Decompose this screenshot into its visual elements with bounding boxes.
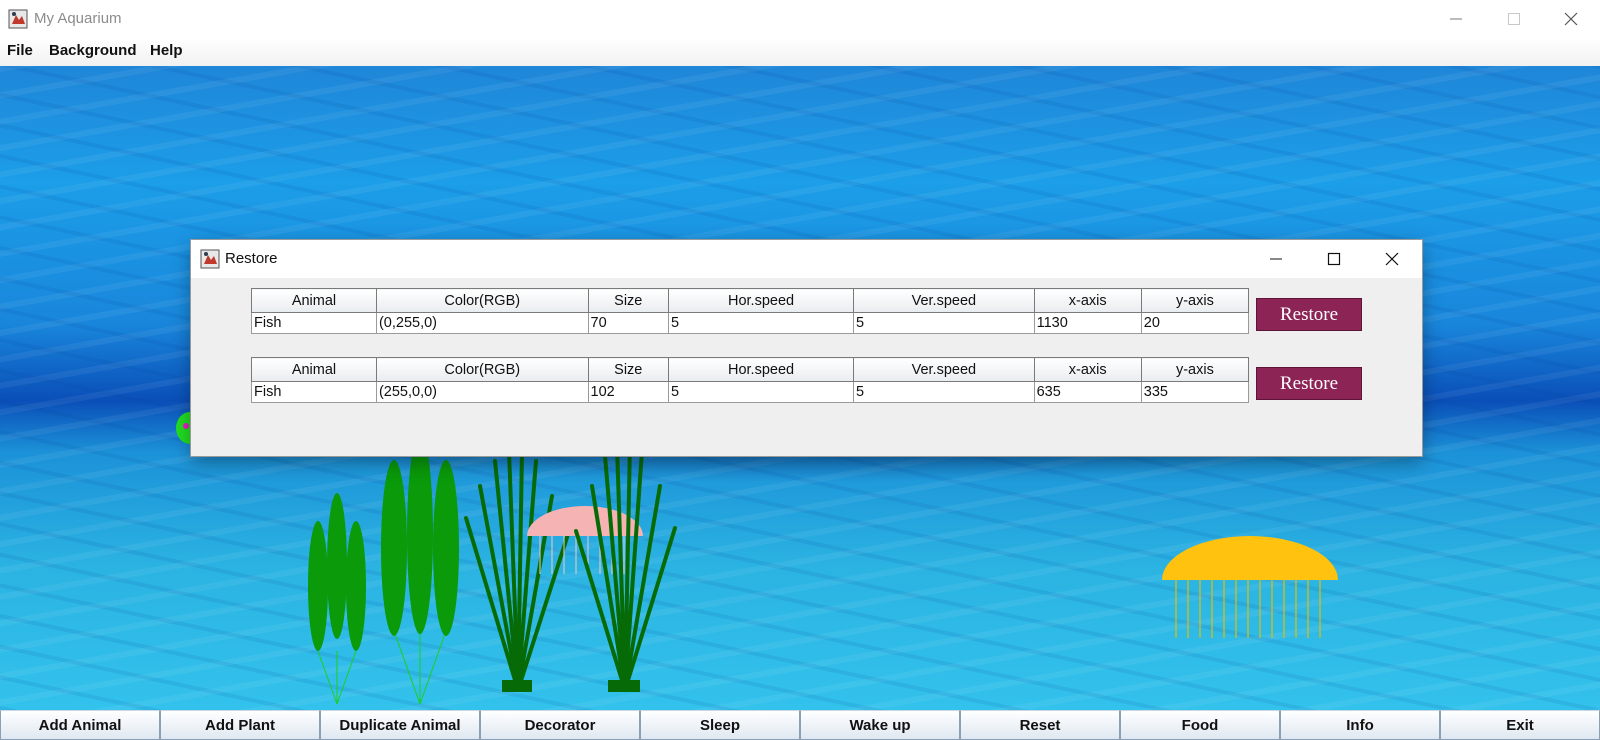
info-button[interactable]: Info (1280, 710, 1440, 740)
close-icon (1385, 252, 1399, 266)
title-bar: My Aquarium (0, 0, 1600, 38)
add-animal-button[interactable]: Add Animal (0, 710, 160, 740)
record-table-1: Animal Color(RGB) Size Hor.speed Ver.spe… (251, 288, 1250, 334)
cell-y-axis[interactable]: 335 (1140, 381, 1250, 403)
dialog-minimize-button[interactable] (1248, 240, 1304, 278)
column-header-color: Color(RGB) (375, 288, 589, 313)
column-header-x-axis: x-axis (1033, 288, 1142, 313)
grass-clump-1[interactable] (464, 449, 572, 692)
restore-button-1[interactable]: Restore (1256, 298, 1362, 331)
cell-ver-speed[interactable]: 5 (853, 381, 1035, 403)
column-header-hor-speed: Hor.speed (668, 357, 855, 382)
exit-button[interactable]: Exit (1440, 710, 1600, 740)
reset-button[interactable]: Reset (960, 710, 1120, 740)
cell-animal[interactable]: Fish (251, 381, 377, 403)
column-header-hor-speed: Hor.speed (668, 288, 855, 313)
cell-animal[interactable]: Fish (251, 312, 377, 334)
table-header-row: Animal Color(RGB) Size Hor.speed Ver.spe… (251, 357, 1250, 382)
column-header-size: Size (587, 288, 670, 313)
duplicate-animal-button[interactable]: Duplicate Animal (320, 710, 480, 740)
column-header-x-axis: x-axis (1033, 357, 1142, 382)
table-header-row: Animal Color(RGB) Size Hor.speed Ver.spe… (251, 288, 1250, 313)
cell-x-axis[interactable]: 1130 (1033, 312, 1142, 334)
dialog-maximize-button[interactable] (1306, 240, 1362, 278)
cell-size[interactable]: 102 (587, 381, 670, 403)
wake-up-button[interactable]: Wake up (800, 710, 960, 740)
column-header-y-axis: y-axis (1140, 288, 1250, 313)
cell-hor-speed[interactable]: 5 (668, 381, 855, 403)
dialog-close-button[interactable] (1364, 240, 1420, 278)
column-header-ver-speed: Ver.speed (853, 288, 1035, 313)
dialog-title-bar: Restore (191, 240, 1422, 278)
menu-help[interactable]: Help (150, 42, 183, 59)
restore-button-2[interactable]: Restore (1256, 367, 1362, 400)
column-header-ver-speed: Ver.speed (853, 357, 1035, 382)
control-toolbar: Add Animal Add Plant Duplicate Animal De… (0, 710, 1600, 740)
add-plant-button[interactable]: Add Plant (160, 710, 320, 740)
close-button[interactable] (1542, 0, 1600, 38)
column-header-animal: Animal (251, 288, 377, 313)
maximize-icon (1327, 252, 1341, 266)
column-header-size: Size (587, 357, 670, 382)
cell-color[interactable]: (255,0,0) (375, 381, 589, 403)
column-header-y-axis: y-axis (1140, 357, 1250, 382)
cell-size[interactable]: 70 (587, 312, 670, 334)
java-app-icon (200, 249, 220, 269)
table-row[interactable]: Fish (255,0,0) 102 5 5 635 335 (251, 381, 1250, 403)
menu-bar: File Background Help (0, 38, 1600, 66)
food-button[interactable]: Food (1120, 710, 1280, 740)
cell-y-axis[interactable]: 20 (1140, 312, 1250, 334)
maximize-icon (1508, 13, 1520, 25)
sleep-button[interactable]: Sleep (640, 710, 800, 740)
cell-x-axis[interactable]: 635 (1033, 381, 1142, 403)
plant-leafy-2[interactable] (381, 434, 459, 705)
column-header-color: Color(RGB) (375, 357, 589, 382)
column-header-animal: Animal (251, 357, 377, 382)
cell-ver-speed[interactable]: 5 (853, 312, 1035, 334)
record-table-2: Animal Color(RGB) Size Hor.speed Ver.spe… (251, 357, 1250, 403)
menu-background[interactable]: Background (49, 42, 137, 59)
close-icon (1564, 12, 1578, 26)
maximize-button[interactable] (1485, 0, 1543, 38)
menu-file[interactable]: File (7, 42, 33, 59)
grass-clump-2[interactable] (574, 442, 677, 692)
window-title: My Aquarium (34, 10, 122, 27)
cell-hor-speed[interactable]: 5 (668, 312, 855, 334)
minimize-icon (1450, 18, 1462, 20)
cell-color[interactable]: (0,255,0) (375, 312, 589, 334)
restore-dialog: Restore Animal Color(RGB) Size Hor.speed… (191, 240, 1422, 456)
minimize-icon (1270, 258, 1282, 260)
decorator-button[interactable]: Decorator (480, 710, 640, 740)
jellyfish-yellow[interactable] (1162, 536, 1338, 638)
plant-leafy-1[interactable] (308, 493, 366, 705)
dialog-title: Restore (225, 250, 278, 267)
minimize-button[interactable] (1427, 0, 1485, 38)
table-row[interactable]: Fish (0,255,0) 70 5 5 1130 20 (251, 312, 1250, 334)
java-app-icon (8, 9, 28, 29)
